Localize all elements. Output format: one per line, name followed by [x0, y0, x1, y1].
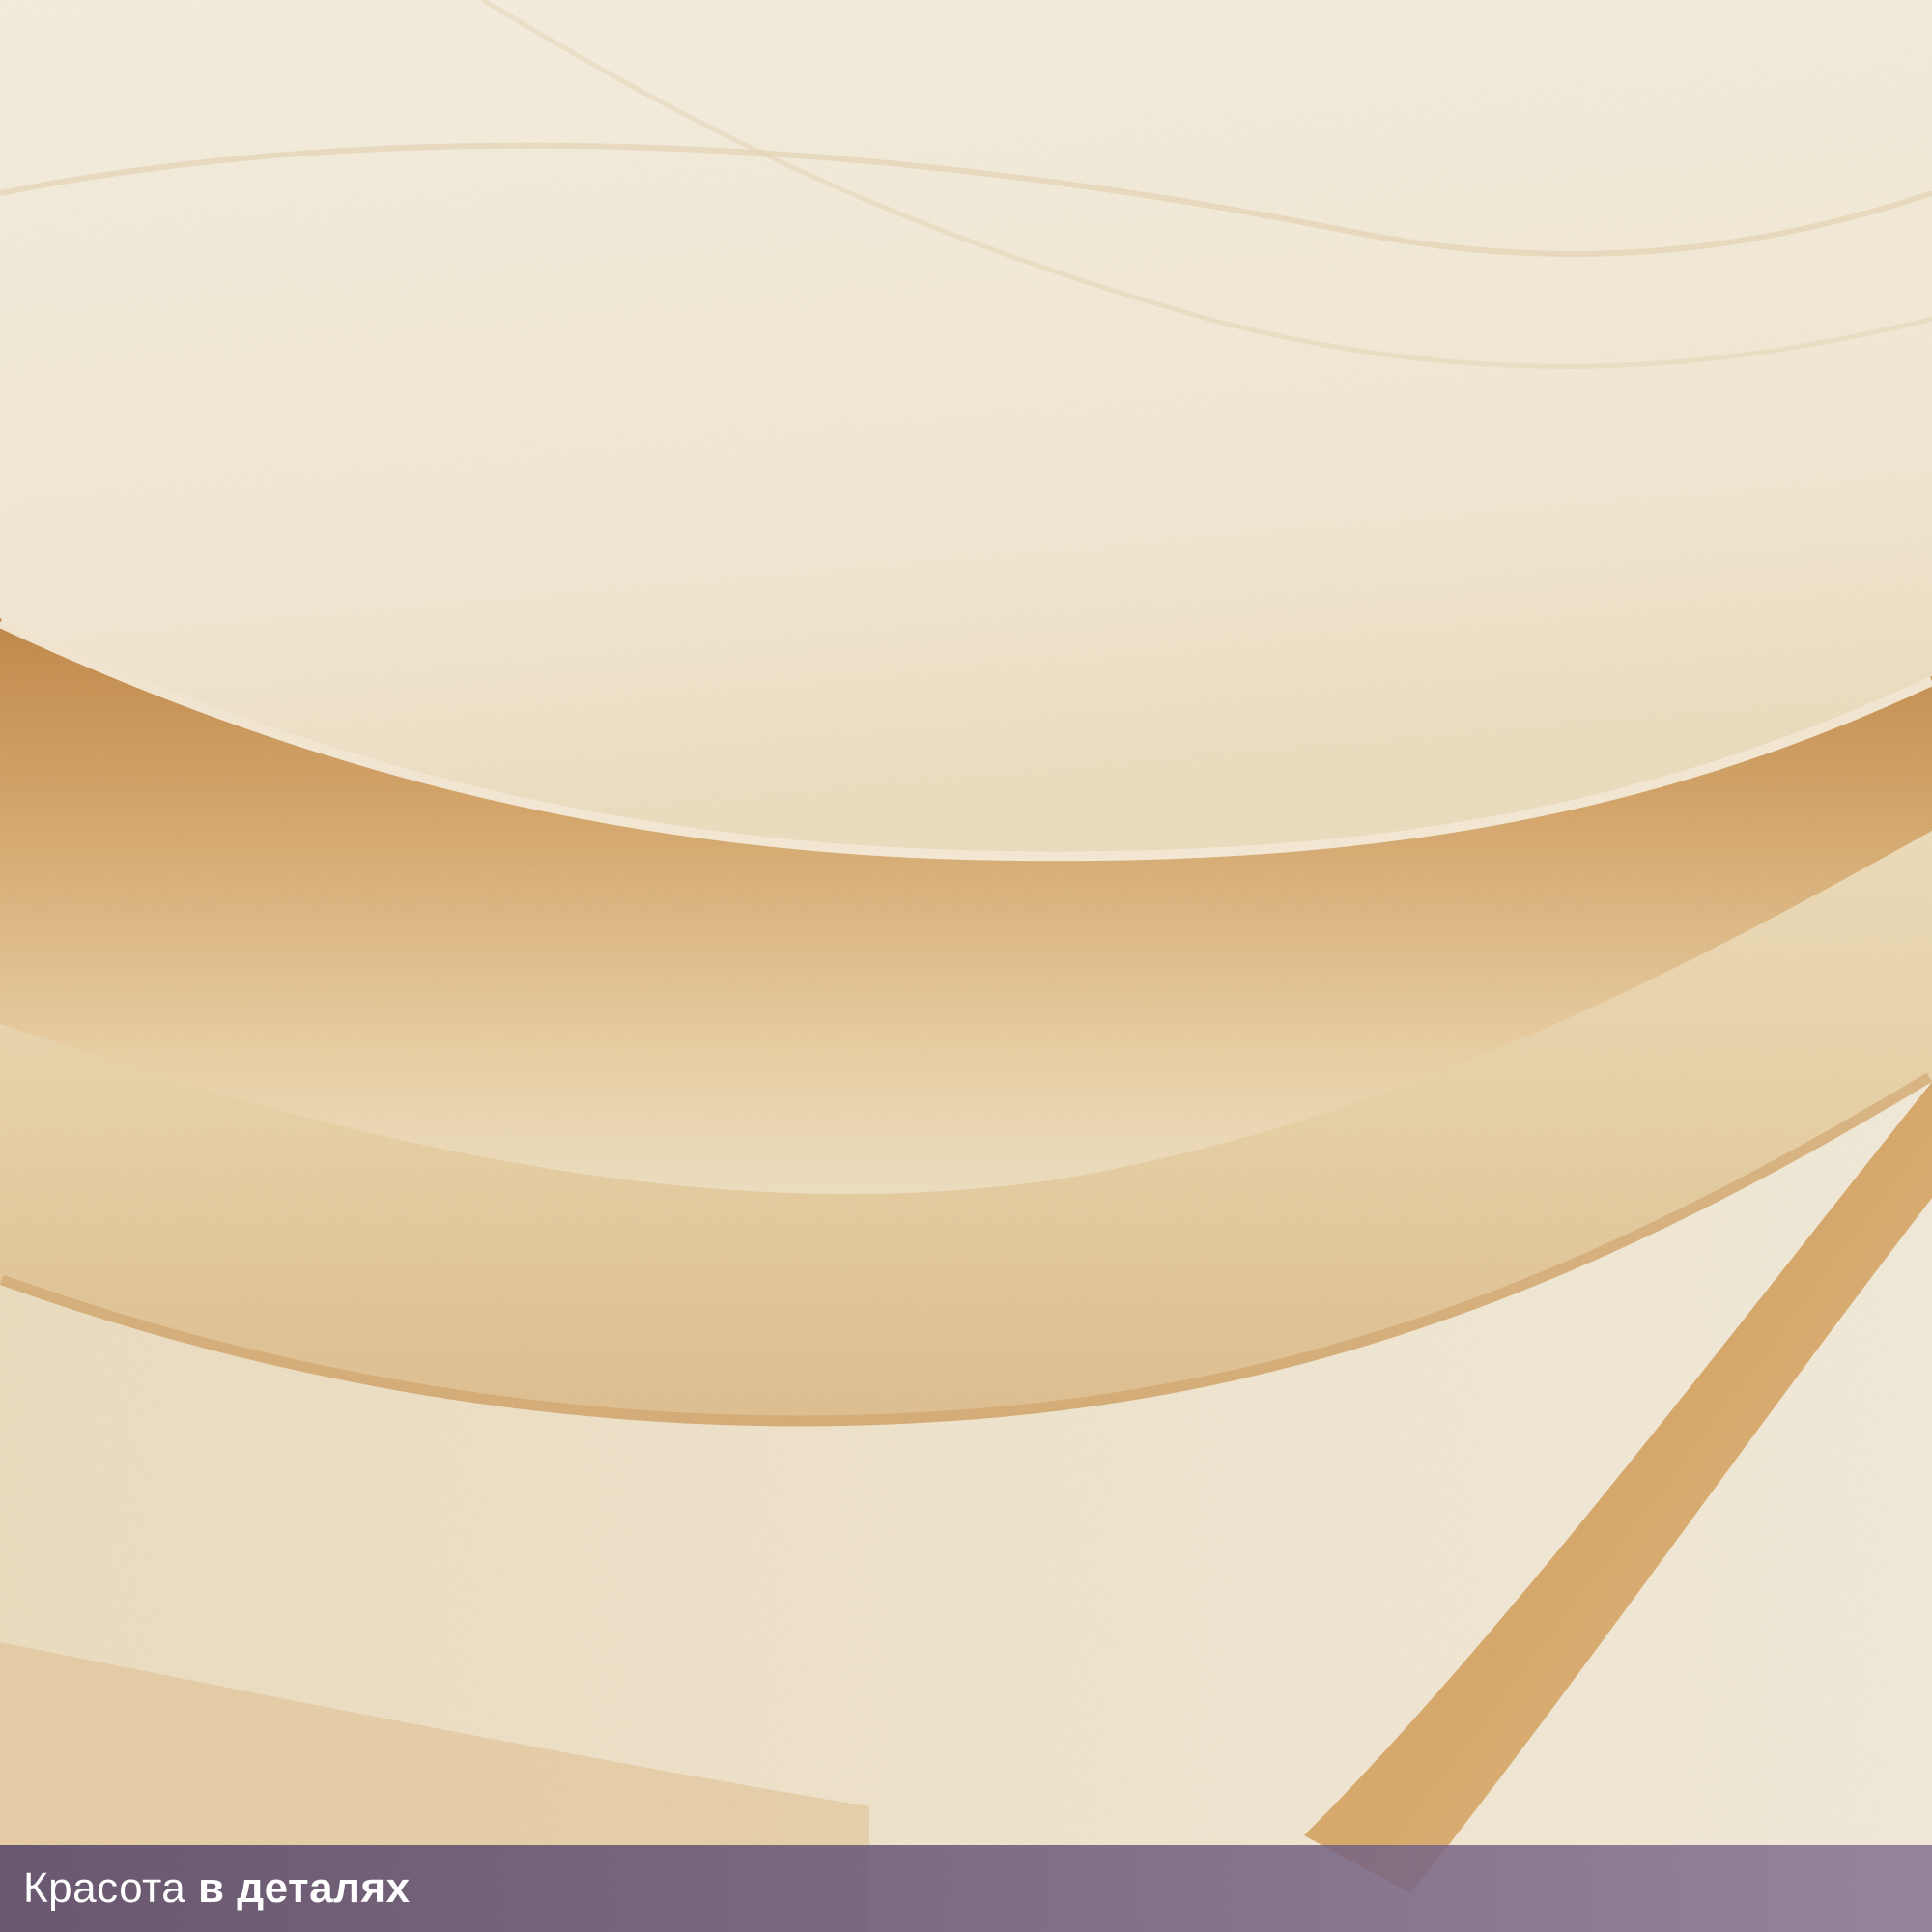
fabric-texture-photo	[0, 0, 1932, 1932]
caption-regular-text: Красота	[23, 1864, 186, 1912]
product-detail-image: Красота в деталях	[0, 0, 1932, 1932]
caption-bold-text: в деталях	[197, 1864, 411, 1912]
caption: Красота в деталях	[23, 1860, 411, 1918]
